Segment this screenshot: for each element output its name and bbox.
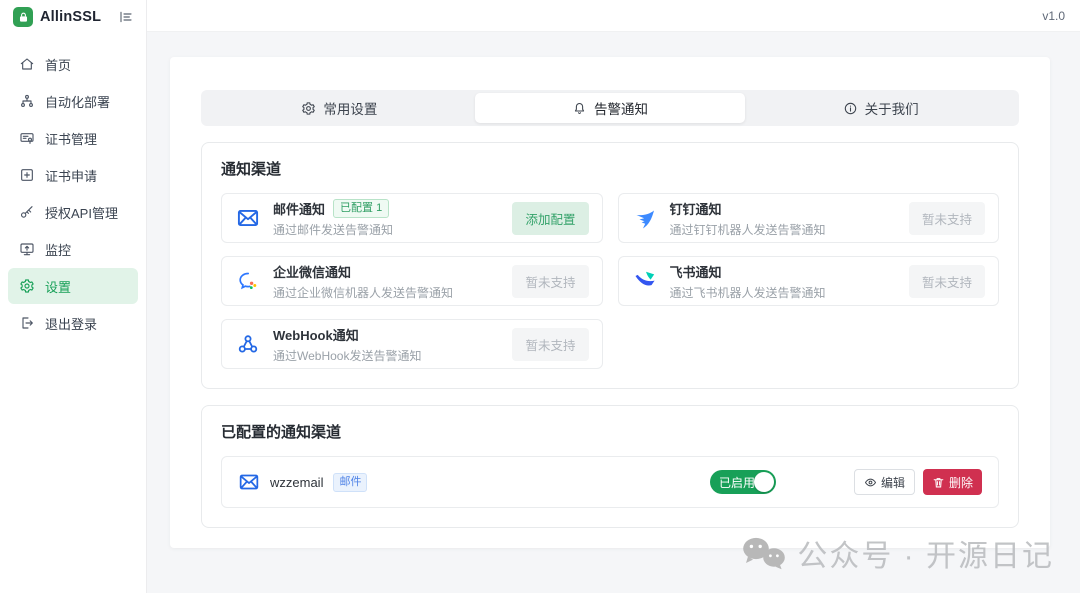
- channel-text: 邮件通知 已配置 1 通过邮件发送告警通知: [273, 198, 394, 238]
- webhook-icon: [235, 331, 261, 357]
- page-content: 常用设置 告警通知 关于我们 通知渠道 邮件通知 已配置 1 通过邮件发送告警通…: [147, 32, 1080, 593]
- settings-card: 常用设置 告警通知 关于我们 通知渠道 邮件通知 已配置 1 通过邮件发送告警通…: [170, 57, 1050, 548]
- tab-alert-notification[interactable]: 告警通知: [474, 93, 746, 123]
- section-title: 通知渠道: [221, 161, 282, 178]
- sidebar-item-auto-deploy[interactable]: 自动化部署: [8, 83, 138, 119]
- gear-icon: [301, 101, 316, 116]
- not-supported-label: 暂未支持: [908, 201, 985, 235]
- sidebar-item-cert-manage[interactable]: 证书管理: [8, 120, 138, 156]
- sidebar-item-label: 退出登录: [45, 316, 98, 332]
- home-icon: [19, 56, 35, 72]
- bell-icon: [572, 101, 587, 116]
- trash-icon: [932, 476, 945, 489]
- tab-label: 常用设置: [323, 102, 378, 117]
- watermark-text: 公众号 · 开源日记: [797, 540, 1054, 573]
- sidebar-item-label: 证书申请: [45, 168, 98, 184]
- info-icon: [843, 101, 858, 116]
- channel-description: 通过邮件发送告警通知: [273, 222, 394, 237]
- sidebar-item-monitor[interactable]: 监控: [8, 231, 138, 267]
- deploy-icon: [19, 93, 35, 109]
- sidebar-item-label: 监控: [45, 242, 72, 258]
- configured-count-badge: 已配置 1: [333, 198, 390, 218]
- toggle-label: 已启用: [718, 475, 755, 490]
- configured-rows: wzzemail 邮件 已启用 编辑 删除: [221, 456, 999, 508]
- menu-fold-icon[interactable]: [118, 8, 136, 26]
- channel-card-dingtalk: 钉钉通知 通过钉钉机器人发送告警通知 暂未支持: [617, 193, 999, 243]
- sidebar-item-cert-apply[interactable]: 证书申请: [8, 157, 138, 193]
- channel-text: 钉钉通知 通过钉钉机器人发送告警通知: [670, 199, 826, 238]
- tab-general-settings[interactable]: 常用设置: [204, 93, 475, 123]
- sidebar-item-home[interactable]: 首页: [8, 46, 138, 82]
- toggle-knob: [753, 472, 774, 492]
- sidebar-item-label: 首页: [45, 57, 72, 73]
- app-logo: AllinSSL: [0, 0, 146, 34]
- edit-button[interactable]: 编辑: [853, 469, 915, 495]
- sidebar-item-label: 证书管理: [45, 131, 98, 147]
- sidebar-item-label: 设置: [45, 279, 72, 295]
- sidebar: AllinSSL 首页 自动化部署 证书管理 证书申请 授权API管理 监控 设…: [0, 0, 147, 593]
- wecom-icon: [235, 268, 261, 294]
- add-config-button[interactable]: 添加配置: [512, 201, 589, 235]
- sidebar-nav: 首页 自动化部署 证书管理 证书申请 授权API管理 监控 设置 退出登录: [0, 34, 146, 341]
- version-label: v1.0: [1042, 8, 1065, 23]
- email-icon: [235, 205, 261, 231]
- channel-text: 企业微信通知 通过企业微信机器人发送告警通知: [273, 262, 453, 301]
- sidebar-item-settings[interactable]: 设置: [8, 268, 138, 304]
- delete-button[interactable]: 删除: [922, 469, 982, 495]
- gear-icon: [19, 278, 35, 294]
- app-title: AllinSSL: [40, 9, 102, 25]
- key-icon: [19, 204, 35, 220]
- settings-tabbar: 常用设置 告警通知 关于我们: [201, 90, 1019, 126]
- not-supported-label: 暂未支持: [512, 327, 589, 361]
- channel-card-feishu: 飞书通知 通过飞书机器人发送告警通知 暂未支持: [617, 256, 999, 306]
- sidebar-item-logout[interactable]: 退出登录: [8, 305, 138, 341]
- top-header: v1.0: [147, 0, 1080, 32]
- channel-title: 飞书通知: [669, 264, 722, 280]
- dingtalk-icon: [632, 205, 658, 231]
- delete-label: 删除: [948, 475, 973, 490]
- channel-grid: 邮件通知 已配置 1 通过邮件发送告警通知 添加配置 钉钉通知 通过钉钉机器人发…: [221, 193, 999, 369]
- sidebar-item-label: 自动化部署: [45, 94, 111, 110]
- sidebar-item-api-auth[interactable]: 授权API管理: [8, 194, 138, 230]
- add-square-icon: [19, 167, 35, 183]
- channel-text: 飞书通知 通过飞书机器人发送告警通知: [670, 262, 826, 301]
- feishu-icon: [632, 268, 658, 294]
- channel-card-webhook: WebHook通知 通过WebHook发送告警通知 暂未支持: [221, 319, 603, 369]
- channel-title: 邮件通知: [273, 201, 326, 217]
- channel-title: 钉钉通知: [669, 201, 722, 217]
- channel-description: 通过钉钉机器人发送告警通知: [669, 222, 826, 237]
- email-icon: [238, 471, 260, 493]
- edit-label: 编辑: [880, 475, 905, 490]
- watermark: 公众号 · 开源日记: [741, 531, 1054, 575]
- tab-label: 关于我们: [864, 102, 919, 117]
- channel-description: 通过WebHook发送告警通知: [273, 348, 422, 363]
- not-supported-label: 暂未支持: [908, 264, 985, 298]
- channel-title: 企业微信通知: [273, 264, 352, 280]
- config-name: wzzemail: [270, 474, 324, 490]
- channel-description: 通过飞书机器人发送告警通知: [669, 285, 826, 300]
- not-supported-label: 暂未支持: [512, 264, 589, 298]
- lock-icon: [13, 7, 33, 27]
- enable-toggle[interactable]: 已启用: [709, 470, 776, 494]
- monitor-icon: [19, 241, 35, 257]
- tab-about-us[interactable]: 关于我们: [745, 93, 1016, 123]
- channel-card-wecom: 企业微信通知 通过企业微信机器人发送告警通知 暂未支持: [221, 256, 603, 306]
- channel-text: WebHook通知 通过WebHook发送告警通知: [273, 325, 421, 364]
- section-title: 已配置的通知渠道: [221, 424, 342, 441]
- tab-label: 告警通知: [594, 102, 648, 117]
- eye-icon: [864, 476, 877, 489]
- notification-channels-section: 通知渠道 邮件通知 已配置 1 通过邮件发送告警通知 添加配置 钉钉通知 通过钉…: [201, 142, 1019, 389]
- configured-row-wzzemail: wzzemail 邮件 已启用 编辑 删除: [221, 456, 999, 508]
- wechat-icon: [741, 535, 787, 571]
- sidebar-item-label: 授权API管理: [45, 205, 118, 221]
- configured-channels-section: 已配置的通知渠道 wzzemail 邮件 已启用 编辑 删除: [201, 405, 1019, 528]
- row-controls: 已启用 编辑 删除: [709, 469, 982, 495]
- channel-description: 通过企业微信机器人发送告警通知: [273, 285, 454, 300]
- channel-card-email: 邮件通知 已配置 1 通过邮件发送告警通知 添加配置: [221, 193, 603, 243]
- channel-title: WebHook通知: [273, 327, 359, 343]
- logout-icon: [19, 315, 35, 331]
- certificate-icon: [19, 130, 35, 146]
- channel-type-badge: 邮件: [333, 472, 368, 492]
